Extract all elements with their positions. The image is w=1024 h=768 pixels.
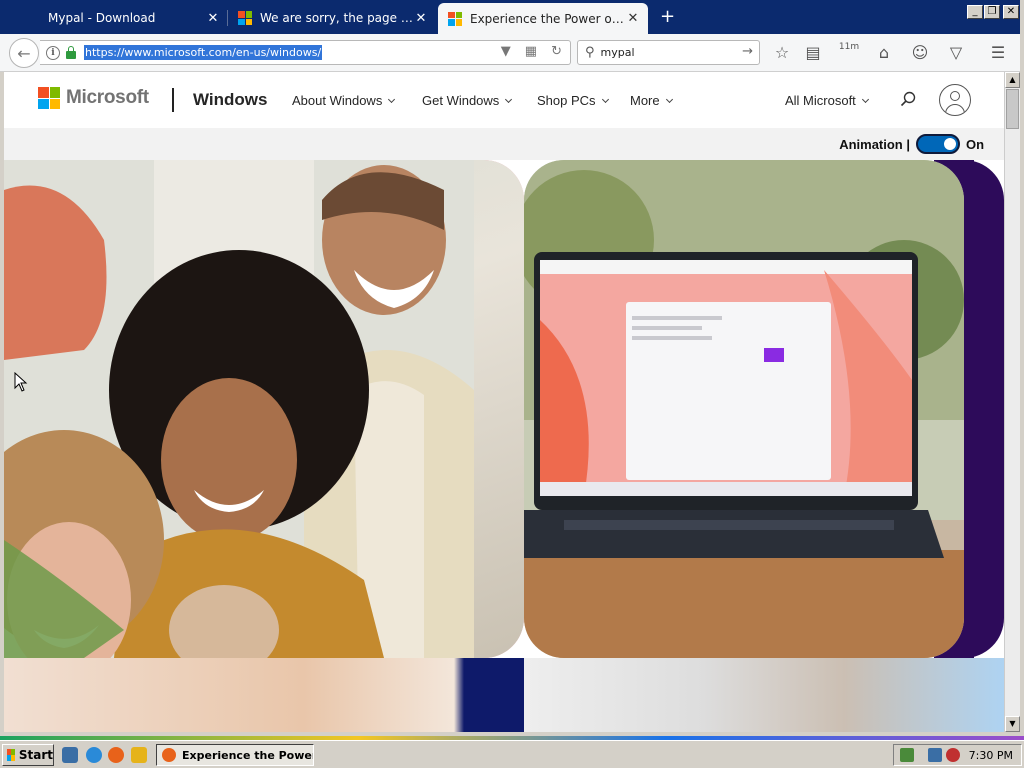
tab-label: We are sorry, the page you r…	[260, 11, 414, 25]
taskbar-window-label: Experience the Power...	[182, 748, 314, 762]
lock-icon	[66, 45, 76, 59]
restore-button[interactable]: ❐	[984, 5, 1000, 19]
page-scrollbar[interactable]: ▲ ▼	[1004, 72, 1020, 732]
tab-label: Experience the Power of Win…	[470, 11, 626, 26]
chevron-down-icon	[861, 95, 869, 104]
tab-page-not-found[interactable]: We are sorry, the page you r… ✕	[228, 4, 436, 32]
close-tab-icon[interactable]: ✕	[414, 11, 428, 26]
web-page: Microsoft Windows About Windows Get Wind…	[4, 72, 1004, 732]
animation-state: On	[966, 137, 985, 152]
chevron-down-icon	[388, 95, 396, 104]
url-bar[interactable]: i https://www.microsoft.com/en-us/window…	[40, 40, 571, 65]
search-go-icon[interactable]: →	[742, 44, 753, 59]
chevron-down-icon	[505, 95, 513, 104]
reload-icon[interactable]: ↻	[551, 44, 562, 59]
tab-strip: Mypal - Download ✕ We are sorry, the pag…	[0, 0, 1024, 34]
windows-flag-icon	[7, 749, 15, 761]
nav-more[interactable]: More	[630, 93, 673, 108]
search-icon[interactable]	[900, 91, 916, 107]
clock[interactable]: 7:30 PM	[969, 749, 1013, 762]
purple-accent-band	[964, 160, 1004, 658]
animation-toggle[interactable]	[916, 134, 960, 154]
microsoft-logo[interactable]: Microsoft	[38, 87, 149, 109]
scroll-thumb[interactable]	[1006, 89, 1019, 129]
animation-label: Animation |	[839, 137, 910, 152]
start-label: Start	[18, 748, 53, 762]
scroll-down-icon[interactable]: ▼	[1005, 716, 1020, 732]
back-arrow-icon: ←	[17, 43, 31, 63]
close-tab-icon[interactable]: ✕	[626, 11, 640, 26]
reader-view-icon[interactable]: ▦	[525, 44, 537, 59]
network-icon[interactable]	[928, 748, 942, 762]
browser-icon	[162, 748, 176, 762]
security-shield-icon[interactable]	[900, 748, 914, 762]
info-icon[interactable]: i	[46, 45, 60, 60]
back-button[interactable]: ←	[9, 38, 39, 68]
product-title[interactable]: Windows	[193, 90, 267, 110]
nav-get-windows[interactable]: Get Windows	[422, 93, 513, 108]
brand-name: Microsoft	[66, 87, 149, 108]
taskbar-window-button[interactable]: Experience the Power...	[156, 744, 314, 766]
microsoft-icon	[238, 11, 252, 25]
internet-explorer-icon[interactable]	[86, 747, 102, 763]
scroll-up-icon[interactable]: ▲	[1005, 72, 1020, 88]
tab-experience-windows[interactable]: Experience the Power of Win… ✕	[438, 3, 648, 34]
new-tab-button[interactable]: +	[660, 8, 675, 26]
hero-photo-people	[4, 160, 524, 658]
chevron-down-icon	[601, 95, 609, 104]
tab-label: Mypal - Download	[48, 11, 156, 25]
hero-banner	[4, 160, 1004, 658]
hero-photo-laptop	[524, 160, 964, 658]
show-desktop-icon[interactable]	[62, 747, 78, 763]
timer-icon[interactable]: 11m	[838, 42, 860, 64]
home-icon[interactable]: ⌂	[873, 42, 895, 64]
microsoft-icon	[448, 11, 462, 26]
reading-list-icon[interactable]: ▤	[802, 42, 824, 64]
all-microsoft-menu[interactable]: All Microsoft	[785, 93, 869, 108]
nav-about-windows[interactable]: About Windows	[292, 93, 396, 108]
close-window-button[interactable]: ✕	[1003, 5, 1019, 19]
nav-shop-pcs[interactable]: Shop PCs	[537, 93, 609, 108]
star-icon[interactable]: ☆	[771, 42, 793, 64]
next-section-preview	[4, 658, 1004, 732]
microsoft-icon	[38, 87, 60, 109]
volume-muted-icon[interactable]	[946, 748, 960, 762]
animation-bar: Animation | On	[4, 128, 1004, 160]
dropdown-arrow-icon[interactable]: ▼	[501, 44, 511, 59]
search-bar[interactable]: ⚲ mypal →	[577, 40, 760, 65]
chevron-down-icon	[665, 95, 673, 104]
close-tab-icon[interactable]: ✕	[206, 11, 220, 26]
media-player-icon[interactable]	[131, 747, 147, 763]
navigation-toolbar: ← i https://www.microsoft.com/en-us/wind…	[0, 34, 1024, 72]
mouse-cursor-icon	[14, 372, 28, 392]
url-text[interactable]: https://www.microsoft.com/en-us/windows/	[84, 45, 323, 60]
firefox-icon[interactable]	[108, 747, 124, 763]
menu-icon[interactable]: ☰	[987, 42, 1009, 64]
search-input[interactable]: mypal	[601, 46, 635, 59]
timer-badge: 11m	[838, 42, 860, 52]
start-button[interactable]: Start	[2, 744, 54, 766]
tab-mypal-download[interactable]: Mypal - Download ✕	[0, 4, 228, 32]
pocket-icon[interactable]: ▽	[945, 42, 967, 64]
minimize-button[interactable]: _	[967, 5, 983, 19]
site-header: Microsoft Windows About Windows Get Wind…	[4, 72, 1004, 128]
account-avatar-icon[interactable]	[939, 84, 971, 116]
search-icon: ⚲	[585, 45, 595, 60]
chat-icon[interactable]: ☺	[909, 42, 931, 64]
taskbar: Start Experience the Power... 7:30 PM	[0, 736, 1024, 768]
system-tray: 7:30 PM	[893, 744, 1022, 766]
